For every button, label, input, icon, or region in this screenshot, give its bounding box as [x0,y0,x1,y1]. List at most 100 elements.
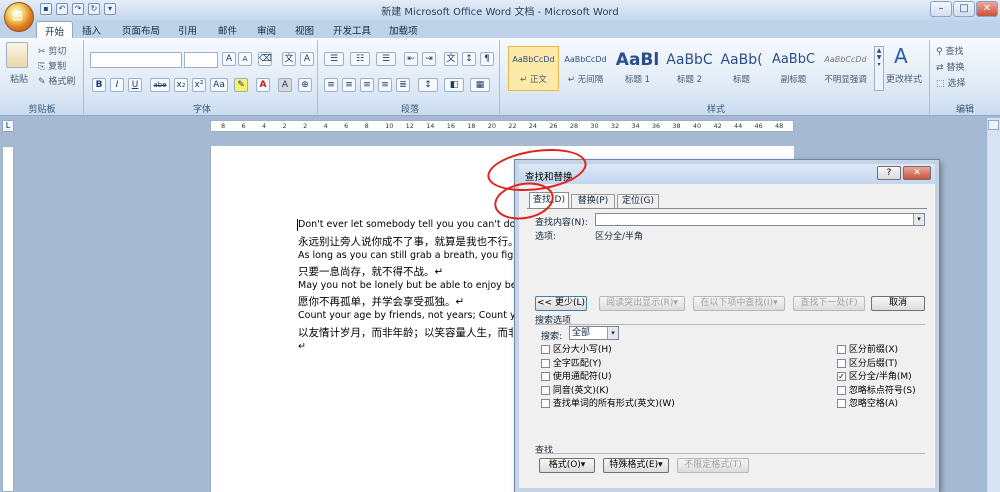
style-subtitle[interactable]: AaBbC 副标题 [768,46,819,91]
dialog-close-button[interactable]: ✕ [903,166,931,180]
less-button[interactable]: << 更少(L) [535,296,587,311]
undo-icon[interactable]: ↶ [56,3,68,15]
borders-icon[interactable]: ▦ [470,78,490,92]
checkbox-icon[interactable] [541,399,550,408]
cut-button[interactable]: ✂ 剪切 [38,44,66,57]
redo-icon[interactable]: ↷ [72,3,84,15]
bold-button[interactable]: B [92,78,106,92]
tab-view[interactable]: 视图 [287,21,322,38]
highlight-icon[interactable]: ✎ [234,78,248,92]
find-next-button[interactable]: 查找下一处(F) [793,296,865,311]
font-name-combo[interactable] [90,52,182,68]
close-window-button[interactable]: ✕ [976,1,998,17]
repeat-icon[interactable]: ↻ [88,3,100,15]
strikethrough-button[interactable]: abe [150,78,170,92]
horizontal-ruler[interactable]: 8 6 4 2 2 4 6 8 10 12 14 16 18 20 22 24 26 28 30 32 34 36 38 40… [210,120,794,132]
chinese-layout-icon[interactable]: 文 [444,52,458,66]
paste-button[interactable]: 粘贴 [10,72,28,85]
style-no-spacing[interactable]: AaBbCcDd ↵ 无间隔 [560,46,611,91]
sort-icon[interactable]: ↕ [462,52,476,66]
checkbox-icon[interactable] [541,385,550,395]
tab-insert[interactable]: 插入 [74,21,109,38]
right-option[interactable]: 区分后缀(T) [837,358,916,372]
copy-button[interactable]: ⎘ 复制 [38,59,66,72]
tab-page-layout[interactable]: 页面布局 [114,21,168,38]
align-center-icon[interactable]: ≡ [342,78,356,92]
style-title[interactable]: AaBb(标题 [716,46,767,91]
format-painter-button[interactable]: ✎ 格式刷 [38,74,75,87]
format-button[interactable]: 格式(O)▾ [539,458,595,473]
vertical-ruler[interactable] [2,146,14,492]
tab-mailings[interactable]: 邮件 [210,21,245,38]
show-marks-icon[interactable]: ¶ [480,52,494,66]
find-what-input[interactable]: ▾ [595,213,925,226]
distribute-icon[interactable]: ≣ [396,78,410,92]
find-history-dropdown-icon[interactable]: ▾ [913,214,924,225]
checkbox-icon[interactable] [837,385,846,395]
left-option[interactable]: 区分大小写(H) [541,344,675,358]
customize-qat-icon[interactable]: ▾ [104,3,116,15]
phonetic-icon[interactable]: 文 [282,52,296,66]
tab-developer[interactable]: 开发工具 [325,21,379,38]
left-option[interactable]: 同音(英文)(K) [541,385,675,399]
checkbox-icon[interactable] [541,345,550,354]
save-icon[interactable]: ▪ [40,3,52,15]
right-option[interactable]: ✓ 区分全/半角(M) [837,371,916,385]
paste-icon[interactable] [6,42,28,68]
checkbox-icon[interactable] [837,345,846,354]
style-normal[interactable]: AaBbCcDd ↵ 正文 [508,46,559,91]
shrink-font-icon[interactable]: A [238,52,252,66]
no-formatting-button[interactable]: 不限定格式(T) [677,458,749,473]
line-spacing-icon[interactable]: ↕ [418,78,438,92]
select-button[interactable]: ⬚ 选择 [936,76,965,89]
maximize-button[interactable]: □ [953,1,975,17]
clear-format-icon[interactable]: ⌫ [258,52,272,66]
tab-home[interactable]: 开始 [36,21,74,38]
char-shading-icon[interactable]: A [278,78,292,92]
checkbox-icon[interactable] [837,399,846,408]
change-case-button[interactable]: Aa [210,78,228,92]
tab-references[interactable]: 引用 [170,21,205,38]
increase-indent-icon[interactable]: ⇥ [422,52,436,66]
right-option[interactable]: 忽略空格(A) [837,398,916,412]
decrease-indent-icon[interactable]: ⇤ [404,52,418,66]
left-option[interactable]: 使用通配符(U) [541,371,675,385]
replace-button[interactable]: ⇄ 替换 [936,60,964,73]
multilevel-list-icon[interactable]: ☰ [376,52,396,66]
align-left-icon[interactable]: ≡ [324,78,338,92]
change-styles-icon[interactable]: A [894,44,908,68]
style-heading-1[interactable]: AaBl 标题 1 [612,46,663,91]
ruler-toggle-icon[interactable] [988,120,999,130]
tab-selector[interactable]: L [2,120,14,132]
checkbox-icon[interactable] [837,358,846,368]
tab-replace[interactable]: 替换(P) [571,194,615,208]
shading-icon[interactable]: ◧ [444,78,464,92]
vertical-scrollbar[interactable] [986,118,1000,492]
minimize-button[interactable]: – [930,1,952,17]
checkbox-checked-icon[interactable]: ✓ [837,372,846,381]
find-in-button[interactable]: 在以下项中查找(I)▾ [693,296,785,311]
char-border-icon[interactable]: A [300,52,314,66]
italic-button[interactable]: I [110,78,124,92]
left-option[interactable]: 查找单词的所有形式(英文)(W) [541,398,675,412]
font-color-icon[interactable]: A [256,78,270,92]
font-size-combo[interactable] [184,52,218,68]
tab-review[interactable]: 审阅 [249,21,284,38]
subscript-button[interactable]: x₂ [174,78,188,92]
search-direction-select[interactable]: 全部 ▾ [569,326,619,340]
reading-highlight-button[interactable]: 阅读突出显示(R)▾ [599,296,685,311]
office-button[interactable]: ⊞ [4,2,34,32]
checkbox-icon[interactable] [541,372,550,381]
right-option[interactable]: 区分前缀(X) [837,344,916,358]
cancel-button[interactable]: 取消 [871,296,925,311]
numbering-icon[interactable]: ☷ [350,52,370,66]
style-heading-2[interactable]: AaBbC 标题 2 [664,46,715,91]
help-button[interactable]: ? [877,166,901,180]
special-button[interactable]: 特殊格式(E)▾ [603,458,669,473]
enclose-char-icon[interactable]: ⊕ [298,78,312,92]
tab-goto[interactable]: 定位(G) [617,194,659,208]
superscript-button[interactable]: x² [192,78,206,92]
left-option[interactable]: 全字匹配(Y) [541,358,675,372]
grow-font-icon[interactable]: A [222,52,236,66]
tab-addins[interactable]: 加载项 [381,21,426,38]
